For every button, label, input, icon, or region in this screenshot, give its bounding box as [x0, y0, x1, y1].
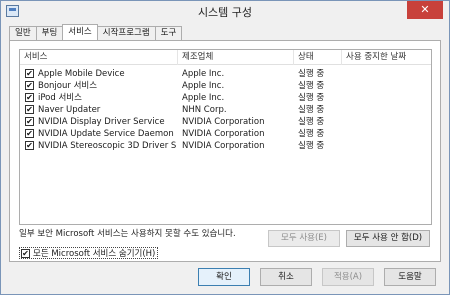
checkmark-icon: ✔: [26, 141, 33, 150]
tab-general[interactable]: 일반: [9, 26, 37, 40]
column-header-status[interactable]: 상태: [294, 50, 342, 65]
service-vendor: NVIDIA Corporation: [182, 141, 265, 151]
tab-tools[interactable]: 도구: [154, 26, 183, 40]
service-name: iPod 서비스: [38, 93, 82, 103]
table-row[interactable]: ✔ NVIDIA Stereoscopic 3D Driver Ser... N…: [20, 140, 431, 152]
service-status: 실행 중: [298, 117, 325, 127]
service-name: Apple Mobile Device: [38, 69, 125, 79]
table-row[interactable]: ✔ iPod 서비스 Apple Inc. 실행 중: [20, 92, 431, 104]
service-checkbox[interactable]: ✔: [25, 105, 34, 114]
checkmark-icon: ✔: [26, 69, 33, 78]
help-button[interactable]: 도움말: [384, 268, 436, 286]
service-checkbox[interactable]: ✔: [25, 93, 34, 102]
service-status: 실행 중: [298, 81, 325, 91]
service-status: 실행 중: [298, 69, 325, 79]
checkmark-icon: ✔: [26, 81, 33, 90]
hide-microsoft-services-checkbox[interactable]: ✔ 모든 Microsoft 서비스 숨기기(H): [19, 247, 159, 259]
table-row[interactable]: ✔ Bonjour 서비스 Apple Inc. 실행 중: [20, 80, 431, 92]
tab-startup[interactable]: 시작프로그램: [96, 26, 156, 40]
service-status: 실행 중: [298, 141, 325, 151]
service-name: NVIDIA Update Service Daemon: [38, 129, 174, 139]
services-panel: 서비스 제조업체 상태 사용 중지한 날짜 ✔ Apple Mobile Dev…: [9, 40, 441, 262]
hide-ms-label: 모든 Microsoft 서비스 숨기기(H): [33, 249, 156, 259]
service-checkbox[interactable]: ✔: [25, 69, 34, 78]
enable-all-button[interactable]: 모두 사용(E): [268, 230, 340, 247]
window-title: 시스템 구성: [197, 6, 253, 19]
service-name: Bonjour 서비스: [38, 81, 98, 91]
service-vendor: NVIDIA Corporation: [182, 129, 265, 139]
column-header-vendor[interactable]: 제조업체: [178, 50, 294, 65]
table-row[interactable]: ✔ Naver Updater NHN Corp. 실행 중: [20, 104, 431, 116]
service-name: Naver Updater: [38, 105, 101, 115]
checkmark-icon: ✔: [26, 105, 33, 114]
close-icon: ✕: [420, 3, 430, 16]
checkmark-icon: ✔: [26, 93, 33, 102]
checkmark-icon: ✔: [22, 248, 29, 258]
apply-button[interactable]: 적용(A): [322, 268, 374, 286]
service-vendor: Apple Inc.: [182, 69, 225, 79]
title-bar[interactable]: 시스템 구성 ✕: [1, 1, 449, 23]
table-row[interactable]: ✔ Apple Mobile Device Apple Inc. 실행 중: [20, 68, 431, 80]
service-name: NVIDIA Display Driver Service: [38, 117, 165, 127]
column-header-service[interactable]: 서비스: [20, 50, 178, 65]
ok-button[interactable]: 확인: [198, 268, 250, 286]
service-vendor: Apple Inc.: [182, 81, 225, 91]
tab-services[interactable]: 서비스: [62, 24, 98, 40]
disable-all-button[interactable]: 모두 사용 안 함(D): [346, 230, 430, 247]
service-checkbox[interactable]: ✔: [25, 141, 34, 150]
table-row[interactable]: ✔ NVIDIA Update Service Daemon NVIDIA Co…: [20, 128, 431, 140]
tab-boot[interactable]: 부팅: [35, 26, 64, 40]
table-row[interactable]: ✔ NVIDIA Display Driver Service NVIDIA C…: [20, 116, 431, 128]
hide-ms-checkbox-box[interactable]: ✔: [21, 248, 30, 258]
service-vendor: NHN Corp.: [182, 105, 227, 115]
checkmark-icon: ✔: [26, 117, 33, 126]
microsoft-services-note: 일부 보안 Microsoft 서비스는 사용하지 못할 수도 있습니다.: [19, 229, 236, 239]
service-checkbox[interactable]: ✔: [25, 81, 34, 90]
list-header: 서비스 제조업체 상태 사용 중지한 날짜: [20, 50, 431, 65]
service-checkbox[interactable]: ✔: [25, 117, 34, 126]
service-status: 실행 중: [298, 129, 325, 139]
tab-strip: 일반 부팅 서비스 시작프로그램 도구: [9, 24, 183, 40]
service-status: 실행 중: [298, 93, 325, 103]
checkmark-icon: ✔: [26, 129, 33, 138]
system-configuration-window: 시스템 구성 ✕ 일반 부팅 서비스 시작프로그램 도구 서비스 제조업체 상태…: [0, 0, 450, 295]
service-vendor: Apple Inc.: [182, 93, 225, 103]
service-vendor: NVIDIA Corporation: [182, 117, 265, 127]
service-name: NVIDIA Stereoscopic 3D Driver Ser...: [38, 141, 176, 151]
services-list[interactable]: 서비스 제조업체 상태 사용 중지한 날짜 ✔ Apple Mobile Dev…: [19, 49, 432, 225]
close-button[interactable]: ✕: [407, 1, 443, 19]
service-checkbox[interactable]: ✔: [25, 129, 34, 138]
service-status: 실행 중: [298, 105, 325, 115]
column-header-disabled-date[interactable]: 사용 중지한 날짜: [342, 50, 431, 65]
cancel-button[interactable]: 취소: [260, 268, 312, 286]
